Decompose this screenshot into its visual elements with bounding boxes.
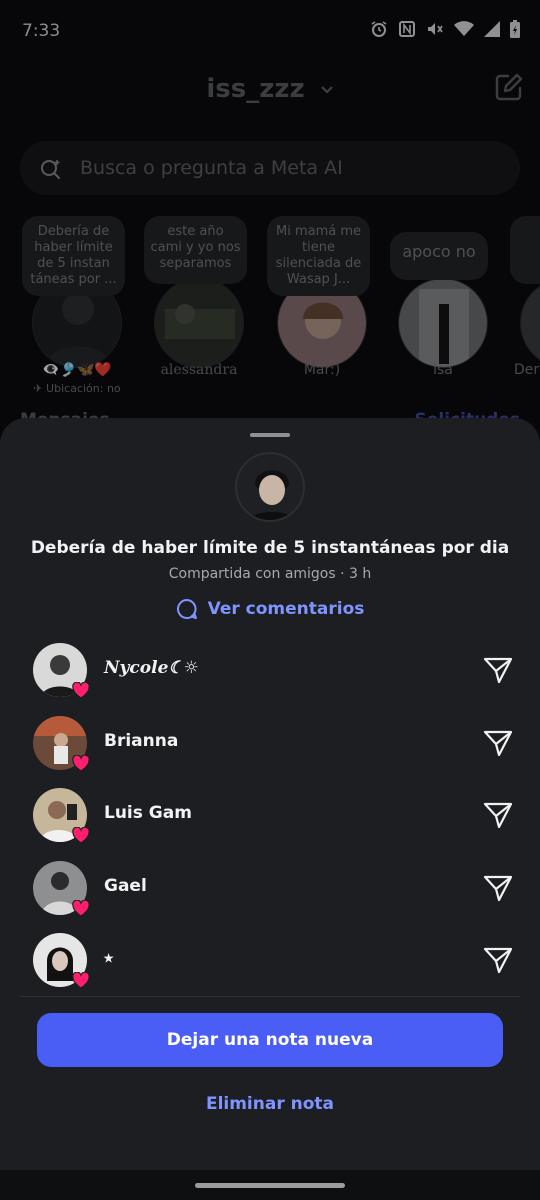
send-icon[interactable] (482, 799, 514, 831)
alarm-icon (371, 21, 387, 37)
note-bubble: apoco no (390, 232, 488, 280)
send-icon[interactable] (482, 872, 514, 904)
account-switcher[interactable]: iss_zzz (0, 74, 540, 104)
view-comments-link[interactable]: Ver comentarios (0, 598, 540, 620)
heart-icon (72, 827, 90, 844)
note-author: isa (433, 362, 453, 378)
list-item: Nycole☾☼ (0, 640, 540, 713)
note-bottom-sheet: Debería de haber límite de 5 instantánea… (0, 418, 540, 1200)
chevron-down-icon (320, 85, 333, 94)
list-item: Luis Gam (0, 785, 540, 858)
username-label: iss_zzz (206, 74, 305, 104)
send-icon[interactable] (482, 944, 514, 976)
friends-list: Nycole☾☼ Brianna Luis Gam Gael ⭑ (0, 640, 540, 1003)
send-icon[interactable] (482, 727, 514, 759)
delete-note-button[interactable]: Eliminar nota (0, 1094, 540, 1114)
status-bar: 7:33 (0, 0, 540, 64)
wifi-icon (454, 21, 474, 36)
heart-icon (72, 972, 90, 989)
gesture-handle[interactable] (195, 1183, 345, 1188)
note-author-avatar (235, 452, 305, 522)
heart-icon (72, 899, 90, 917)
avatar (154, 278, 244, 368)
note-location: ✈ Ubicación: no (33, 382, 121, 395)
note-author: Mar:) (303, 362, 341, 378)
view-comments-label: Ver comentarios (207, 599, 365, 619)
avatar (520, 278, 540, 368)
divider (20, 996, 520, 997)
heart-icon (72, 682, 90, 699)
status-time: 7:33 (22, 21, 61, 41)
battery-charging-icon (510, 20, 520, 38)
signal-icon (484, 21, 500, 37)
note-text: Debería de haber límite de 5 instantánea… (30, 538, 510, 558)
note-bubble: Debería de haber límite de 5 instan táne… (22, 216, 125, 296)
note-bubble: La (510, 216, 540, 284)
friend-name: Luis Gam (104, 803, 192, 823)
list-item: ⭑ (0, 930, 540, 1003)
friend-name: Nycole☾☼ (104, 658, 199, 678)
note-bubble: este año cami y yo nos separamos (144, 216, 247, 284)
meta-ai-search-icon (41, 160, 60, 179)
note-bubble: Mi mamá me tiene silenciada de Wasap J..… (267, 216, 370, 296)
nfc-icon (399, 21, 415, 37)
mute-icon (428, 23, 443, 35)
search-input[interactable] (80, 141, 500, 195)
new-note-button[interactable]: Dejar una nota nueva (37, 1013, 503, 1067)
comment-icon (176, 599, 197, 619)
note-author: alessandra (160, 362, 238, 378)
list-item: Gael (0, 858, 540, 931)
heart-icon (72, 754, 90, 772)
friend-name: Brianna (104, 730, 179, 751)
header: iss_zzz (0, 70, 540, 110)
search-bar[interactable] (20, 141, 520, 195)
friend-name: Gael (104, 875, 147, 896)
send-icon[interactable] (482, 654, 514, 686)
avatar (398, 278, 488, 368)
note-author: 👁️‍🗨️🎐🦋❤️ (42, 362, 112, 378)
list-item: Brianna (0, 713, 540, 786)
notes-row: Debería de haber límite de 5 instan táne… (0, 210, 540, 410)
compose-icon[interactable] (494, 72, 524, 102)
note-meta: Compartida con amigos · 3 h (168, 566, 372, 582)
friend-name: ⭑ (104, 948, 114, 968)
note-author: Der (514, 362, 540, 378)
sheet-drag-handle[interactable] (250, 433, 290, 437)
